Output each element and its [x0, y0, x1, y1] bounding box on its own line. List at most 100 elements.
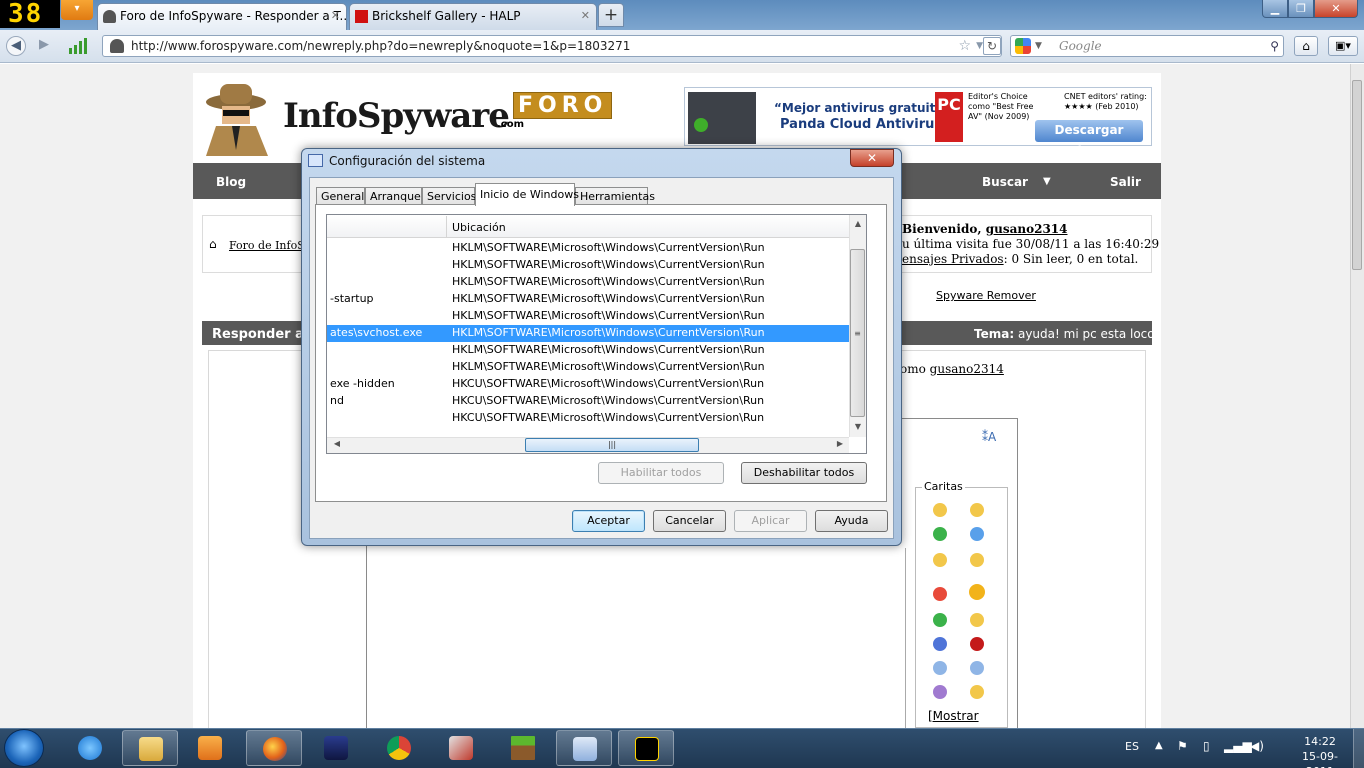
tab-infospyware[interactable]: Foro de InfoSpyware - Responder a T... ✕ — [97, 3, 347, 30]
menu-salir[interactable]: Salir — [1110, 175, 1141, 189]
grass-block-icon — [511, 736, 535, 760]
flag-icon[interactable]: ⚑ — [1177, 739, 1188, 753]
minimize-button[interactable]: ▁ — [1262, 0, 1288, 18]
command-cell: -startup — [330, 292, 374, 305]
dialog-close-button[interactable]: ✕ — [850, 149, 894, 167]
tema-value: ayuda! mi pc esta loco — [1017, 327, 1155, 341]
location-cell: HKLM\SOFTWARE\Microsoft\Windows\CurrentV… — [452, 241, 765, 254]
scroll-left-icon[interactable]: ◀ — [331, 439, 343, 448]
bookmark-star-icon[interactable]: ☆ — [958, 36, 971, 56]
taskbar-game[interactable] — [308, 730, 364, 766]
list-horizontal-thumb[interactable]: ||| — [525, 438, 699, 452]
tab-general[interactable]: General — [316, 187, 365, 205]
spyware-remover-link[interactable]: Spyware Remover — [936, 289, 1036, 302]
list-item[interactable]: HKLM\SOFTWARE\Microsoft\Windows\CurrentV… — [327, 257, 849, 274]
taskbar-internet-explorer[interactable] — [62, 730, 118, 766]
ad-headline: “Mejor antivirus gratuito” — [774, 101, 952, 115]
address-bar[interactable]: http://www.forospyware.com/newreply.php?… — [102, 35, 1002, 57]
font-size-icon[interactable]: ⁑A — [982, 430, 996, 444]
start-button[interactable] — [4, 729, 44, 767]
show-more-smilies-link[interactable]: [Mostrar — [928, 709, 979, 723]
message-textarea[interactable] — [366, 548, 906, 730]
help-button[interactable]: Ayuda — [815, 510, 888, 532]
ok-button[interactable]: Aceptar — [572, 510, 645, 532]
list-item[interactable]: HKLM\SOFTWARE\Microsoft\Windows\CurrentV… — [327, 240, 849, 257]
menu-buscar[interactable]: Buscar — [982, 175, 1028, 189]
chrome-icon — [387, 736, 411, 760]
list-item[interactable]: HKLM\SOFTWARE\Microsoft\Windows\CurrentV… — [327, 342, 849, 359]
taskbar-counter-app[interactable] — [618, 730, 674, 766]
taskbar-media-player[interactable] — [182, 730, 238, 766]
show-hidden-icons[interactable]: ▲ — [1155, 740, 1163, 751]
network-icon[interactable]: ▂▄▆ — [1224, 739, 1252, 753]
tab-brickshelf[interactable]: Brickshelf Gallery - HALP ✕ — [349, 3, 597, 30]
list-item[interactable]: nd HKCU\SOFTWARE\Microsoft\Windows\Curren… — [327, 393, 849, 410]
download-now-button[interactable]: Descargar ahora — [1035, 120, 1143, 158]
location-cell: HKLM\SOFTWARE\Microsoft\Windows\CurrentV… — [452, 258, 765, 271]
close-icon[interactable]: ✕ — [331, 9, 340, 22]
close-window-button[interactable]: ✕ — [1314, 0, 1358, 18]
home-icon[interactable]: ⌂ — [1294, 36, 1318, 56]
tab-herramientas[interactable]: Herramientas — [575, 187, 655, 205]
home-icon[interactable]: ⌂ — [209, 237, 217, 251]
volume-icon[interactable]: ◀) — [1250, 739, 1264, 753]
taskbar-msconfig[interactable] — [556, 730, 612, 766]
page-scrollbar-thumb[interactable] — [1352, 80, 1362, 270]
private-messages-count: : 0 Sin leer, 0 en total. — [1003, 252, 1139, 266]
tab-arranque[interactable]: Arranque — [365, 187, 422, 205]
scroll-up-icon[interactable]: ▲ — [851, 219, 865, 228]
battery-icon[interactable]: ▯ — [1203, 739, 1210, 753]
language-indicator[interactable]: ES — [1125, 740, 1139, 753]
list-item[interactable]: exe -hidden HKCU\SOFTWARE\Microsoft\Windo… — [327, 376, 849, 393]
show-desktop-button[interactable] — [1353, 729, 1364, 768]
taskbar-firefox[interactable] — [246, 730, 302, 766]
location-cell: HKLM\SOFTWARE\Microsoft\Windows\CurrentV… — [452, 360, 765, 373]
forward-icon[interactable]: ▶ — [34, 36, 54, 56]
list-vertical-thumb[interactable]: ≡ — [850, 249, 865, 417]
search-input[interactable]: ▼ Google ⚲ — [1010, 35, 1284, 57]
new-tab-button[interactable]: + — [598, 3, 624, 27]
bookmarks-menu-icon[interactable]: ▣▾ — [1328, 36, 1358, 56]
list-item[interactable]: HKLM\SOFTWARE\Microsoft\Windows\CurrentV… — [327, 308, 849, 325]
tab-inicio-de-windows[interactable]: Inicio de Windows — [475, 183, 579, 206]
taskbar-chrome[interactable] — [371, 730, 427, 766]
apply-button[interactable]: Aplicar — [734, 510, 807, 532]
location-cell: HKLM\SOFTWARE\Microsoft\Windows\CurrentV… — [452, 292, 765, 305]
list-item[interactable]: HKLM\SOFTWARE\Microsoft\Windows\CurrentV… — [327, 274, 849, 291]
taskbar-minecraft[interactable] — [495, 730, 551, 766]
enable-all-button[interactable]: Habilitar todos — [598, 462, 724, 484]
search-placeholder: Google — [1059, 39, 1102, 53]
scroll-down-icon[interactable]: ▼ — [851, 422, 865, 431]
google-icon[interactable] — [1015, 38, 1031, 54]
column-ubicacion[interactable]: Ubicación — [452, 221, 506, 234]
back-icon[interactable]: ◀ — [6, 36, 26, 56]
logged-user-link[interactable]: gusano2314 — [930, 362, 1004, 376]
tab-servicios[interactable]: Servicios — [422, 187, 476, 205]
chevron-down-icon[interactable]: ▼ — [1043, 176, 1051, 187]
firefox-menu-button[interactable]: ▾ — [61, 0, 93, 20]
search-icon[interactable]: ⚲ — [1270, 36, 1279, 56]
disable-all-button[interactable]: Deshabilitar todos — [741, 462, 867, 484]
dropdown-icon[interactable]: ▼ — [976, 36, 983, 56]
clock[interactable]: 14:22 15-09-2011 — [1290, 734, 1350, 768]
welcome-user[interactable]: gusano2314 — [986, 222, 1068, 236]
signal-bars-icon[interactable] — [68, 37, 88, 55]
welcome-greeting: Bienvenido, — [902, 222, 982, 236]
taskbar-explorer[interactable] — [122, 730, 178, 766]
column-separator[interactable] — [446, 216, 447, 237]
list-item[interactable]: ates\svchost.exe HKLM\SOFTWARE\Microsoft\… — [327, 325, 849, 342]
taskbar-rocket-app[interactable] — [433, 730, 489, 766]
private-messages-link[interactable]: ensajes Privados — [902, 252, 1004, 266]
dropdown-icon[interactable]: ▼ — [1035, 36, 1042, 56]
column-header[interactable] — [327, 215, 849, 238]
command-cell: ates\svchost.exe — [330, 326, 423, 339]
list-item[interactable]: HKCU\SOFTWARE\Microsoft\Windows\CurrentV… — [327, 410, 849, 427]
list-item[interactable]: HKLM\SOFTWARE\Microsoft\Windows\CurrentV… — [327, 359, 849, 376]
scroll-right-icon[interactable]: ▶ — [834, 439, 846, 448]
reload-icon[interactable]: ↻ — [983, 37, 1001, 55]
cancel-button[interactable]: Cancelar — [653, 510, 726, 532]
close-icon[interactable]: ✕ — [581, 9, 590, 22]
menu-blog[interactable]: Blog — [216, 175, 246, 189]
maximize-button[interactable]: ❐ — [1288, 0, 1314, 18]
list-item[interactable]: -startup HKLM\SOFTWARE\Microsoft\Windows\… — [327, 291, 849, 308]
